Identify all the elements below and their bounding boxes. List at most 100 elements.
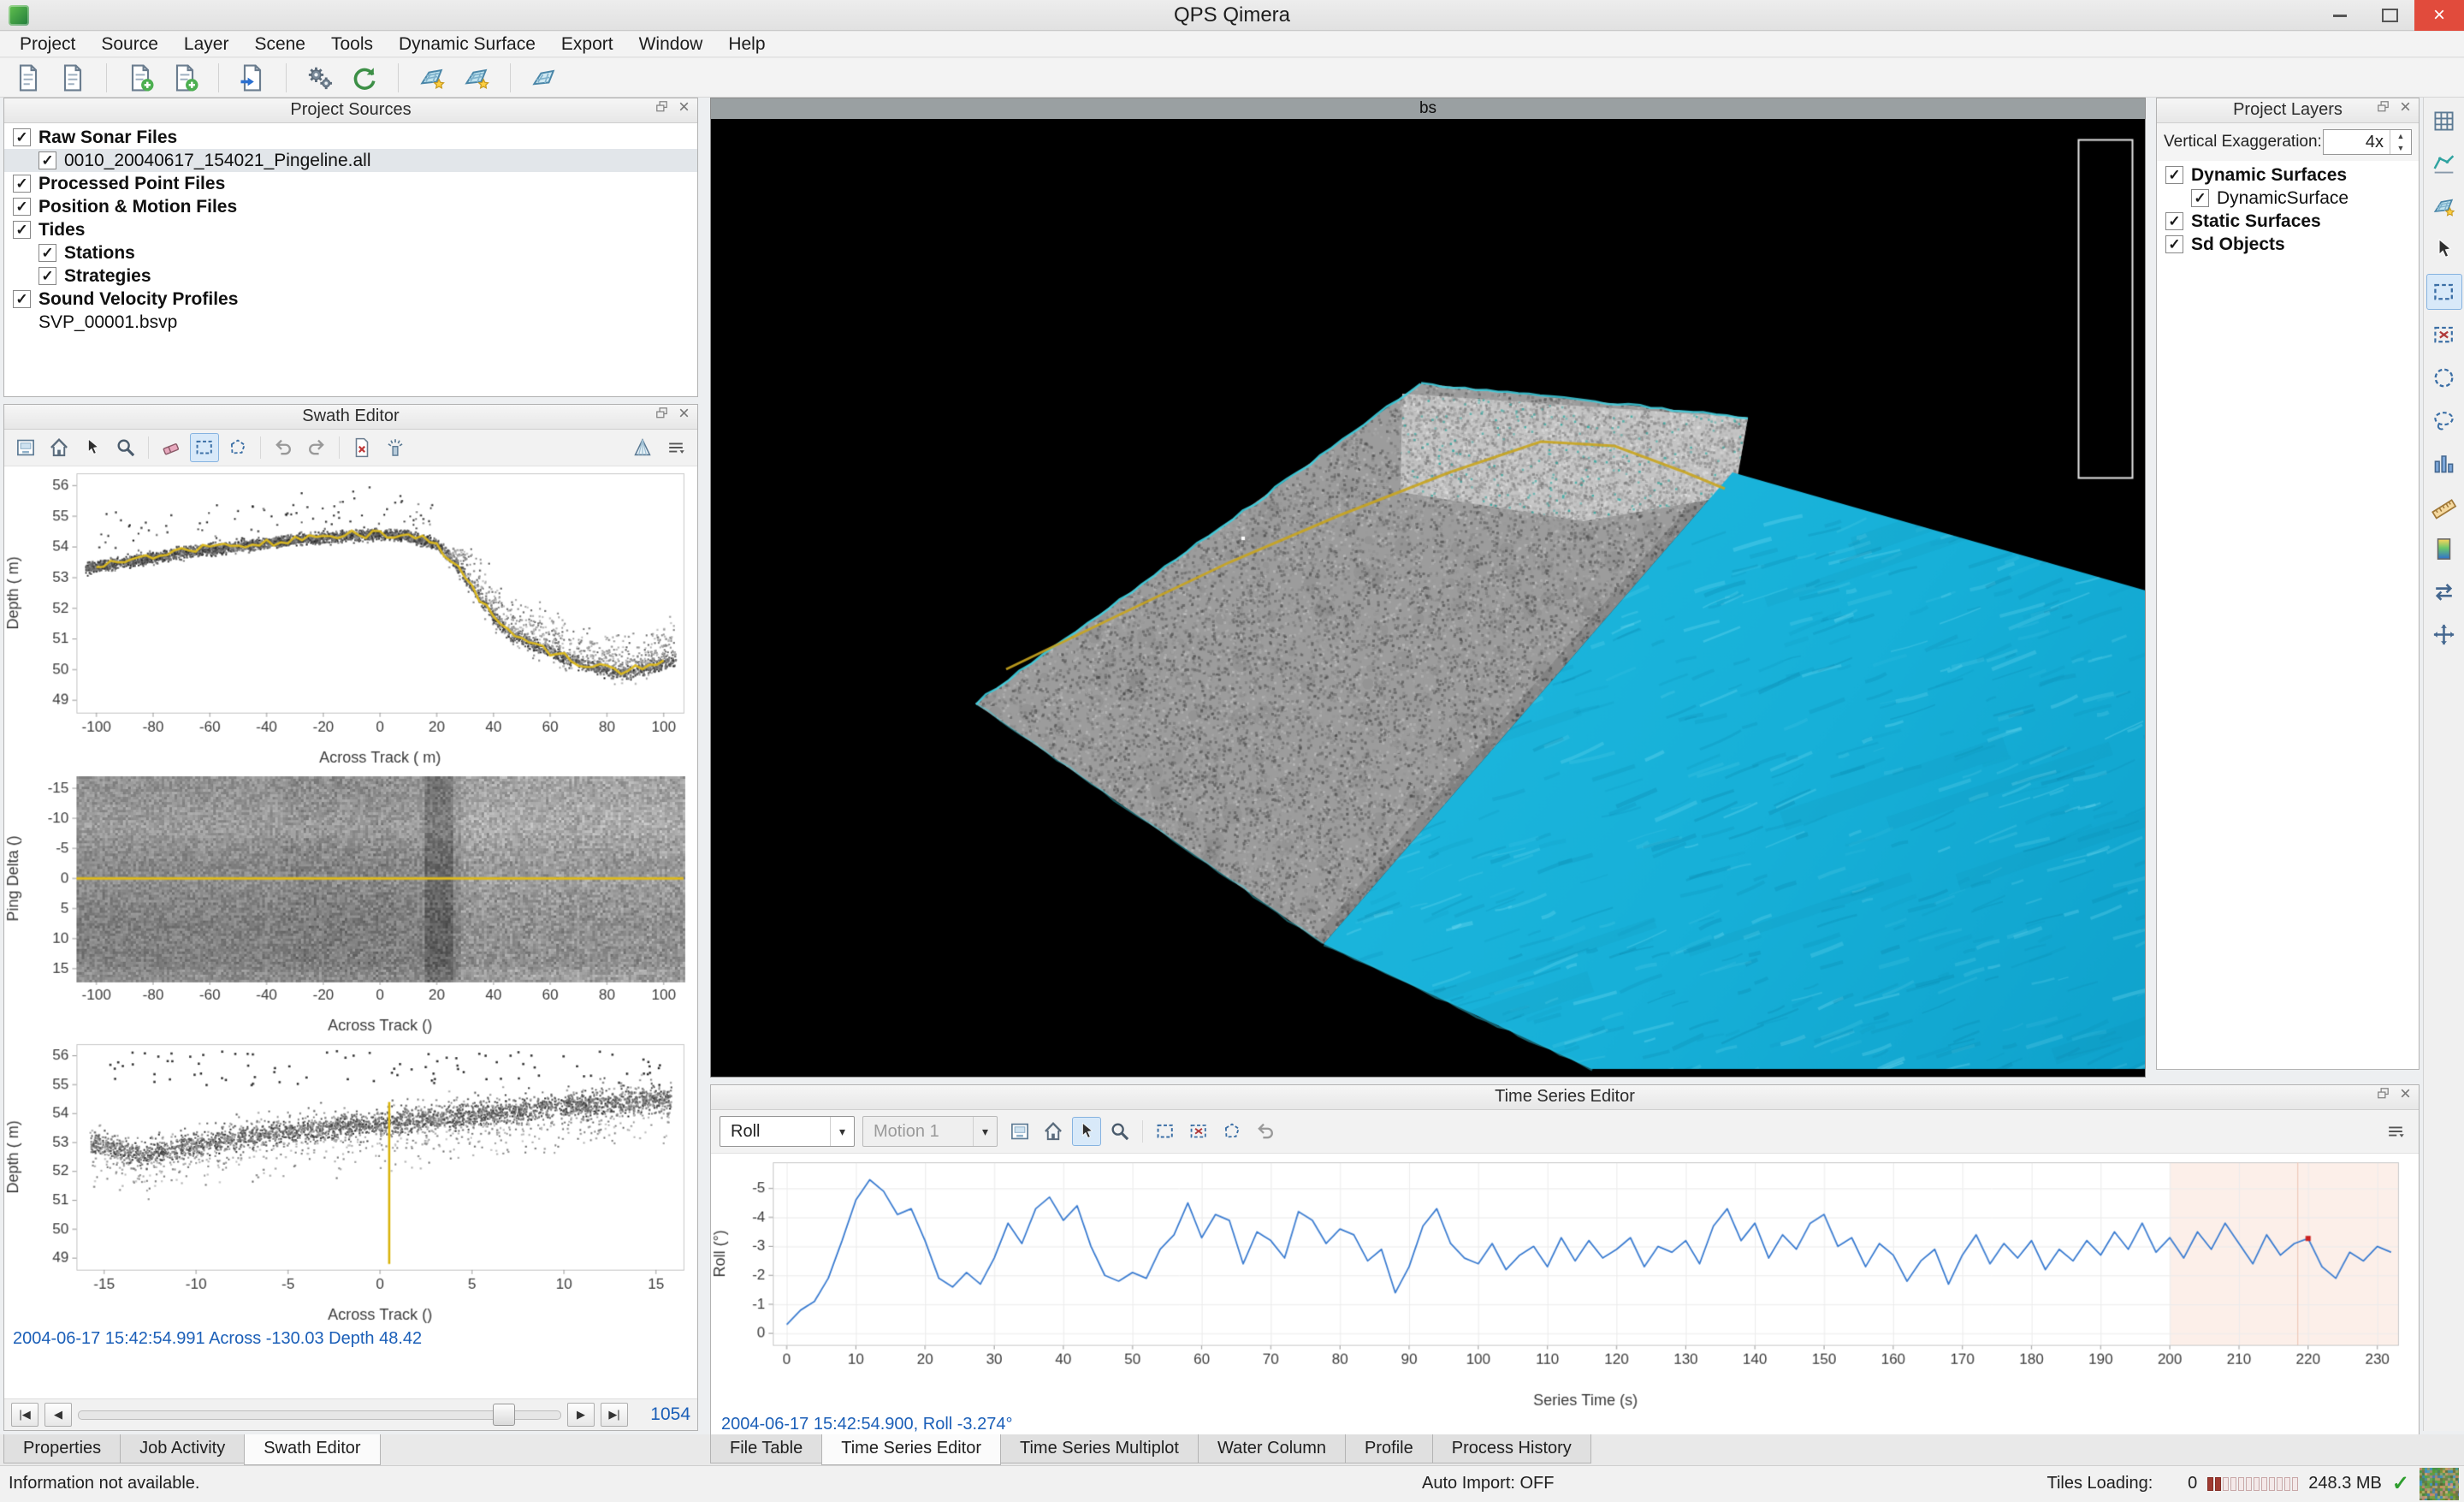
source-item[interactable]: ✓Stations — [4, 241, 697, 264]
menu-window[interactable]: Window — [626, 32, 716, 56]
tab-swath-editor[interactable]: Swath Editor — [244, 1434, 380, 1465]
redo-icon[interactable] — [302, 433, 331, 462]
reject-pings-icon[interactable] — [347, 433, 376, 462]
export-surface-icon[interactable] — [526, 60, 562, 96]
layer-item[interactable]: ✓Static Surfaces — [2157, 210, 2419, 233]
menu-tools[interactable]: Tools — [318, 32, 386, 56]
toolbar-menu-icon[interactable] — [661, 433, 690, 462]
filter-icon[interactable] — [381, 433, 410, 462]
close-icon[interactable] — [2397, 98, 2414, 122]
close-icon[interactable] — [676, 98, 692, 122]
float-panel-button[interactable] — [2374, 101, 2392, 119]
map-thumbnail[interactable] — [2420, 1468, 2459, 1500]
layer-item[interactable]: ✓DynamicSurface — [2157, 187, 2419, 210]
add-raw-sonar-files-icon[interactable] — [122, 60, 158, 96]
source-item[interactable]: ✓Processed Point Files — [4, 172, 697, 195]
eraser-icon[interactable] — [157, 433, 186, 462]
save-project-icon[interactable] — [55, 60, 91, 96]
source-item[interactable]: ✓Sound Velocity Profiles — [4, 288, 697, 311]
close-icon[interactable] — [676, 405, 692, 428]
scene-3d-canvas[interactable] — [711, 119, 2145, 1077]
select-rect-icon[interactable] — [2426, 274, 2462, 310]
select-cross-icon[interactable] — [2426, 317, 2462, 353]
menu-help[interactable]: Help — [715, 32, 778, 56]
select-rect-icon[interactable] — [1151, 1117, 1180, 1146]
prev-ping-icon[interactable]: ◀ — [44, 1403, 72, 1427]
refresh-icon[interactable] — [346, 60, 382, 96]
zoom-icon[interactable] — [1105, 1117, 1134, 1146]
channel-select[interactable]: Roll ▾ — [720, 1116, 855, 1147]
float-panel-button[interactable] — [2374, 1088, 2392, 1106]
swath-backscatter-plot[interactable] — [4, 769, 697, 1038]
checkbox[interactable]: ✓ — [38, 151, 56, 169]
checkbox[interactable]: ✓ — [2191, 189, 2209, 207]
tab-water-column[interactable]: Water Column — [1198, 1434, 1346, 1463]
checkbox[interactable]: ✓ — [13, 175, 31, 193]
tab-process-history[interactable]: Process History — [1432, 1434, 1591, 1463]
maximize-button[interactable] — [2365, 0, 2414, 31]
cursor-icon[interactable] — [2426, 231, 2462, 267]
source-item[interactable]: SVP_00001.bsvp — [4, 311, 697, 334]
float-icon[interactable] — [654, 98, 670, 122]
add-processed-files-icon[interactable] — [167, 60, 203, 96]
create-static-surface-icon[interactable] — [459, 60, 495, 96]
pan-icon[interactable] — [2426, 616, 2462, 652]
tab-profile[interactable]: Profile — [1345, 1434, 1433, 1463]
source-item[interactable]: ✓Position & Motion Files — [4, 195, 697, 218]
tab-job-activity[interactable]: Job Activity — [120, 1434, 245, 1463]
ping-slider[interactable] — [78, 1410, 561, 1420]
colormap-icon[interactable] — [2426, 531, 2462, 567]
float-icon[interactable] — [654, 405, 670, 428]
save-view-icon[interactable] — [1005, 1117, 1034, 1146]
toolbar-menu-icon[interactable] — [2381, 1117, 2410, 1146]
spin-up-icon[interactable]: ▲ — [2390, 130, 2411, 142]
minimize-button[interactable] — [2315, 0, 2365, 31]
import-files-icon[interactable] — [234, 60, 270, 96]
grid-icon[interactable] — [2426, 103, 2462, 139]
tab-file-table[interactable]: File Table — [710, 1434, 822, 1463]
preferences-icon[interactable] — [302, 60, 338, 96]
menu-scene[interactable]: Scene — [241, 32, 318, 56]
source-item[interactable]: ✓0010_20040617_154021_Pingeline.all — [4, 149, 697, 172]
roll-time-series-plot[interactable] — [711, 1154, 2419, 1412]
select-polygon-icon[interactable] — [1217, 1117, 1247, 1146]
source-item[interactable]: ✓Raw Sonar Files — [4, 126, 697, 149]
close-panel-button[interactable] — [2396, 101, 2414, 119]
checkbox[interactable]: ✓ — [2165, 166, 2183, 184]
layer-item[interactable]: ✓Sd Objects — [2157, 233, 2419, 256]
checkbox[interactable]: ✓ — [38, 267, 56, 285]
select-polygon-icon[interactable] — [223, 433, 252, 462]
tab-properties[interactable]: Properties — [3, 1434, 121, 1463]
zoom-icon[interactable] — [111, 433, 140, 462]
ruler-icon[interactable] — [2426, 488, 2462, 524]
first-ping-icon[interactable]: |◀ — [11, 1403, 38, 1427]
select-circle-icon[interactable] — [2426, 359, 2462, 395]
menu-dynamic-surface[interactable]: Dynamic Surface — [386, 32, 548, 56]
float-icon[interactable] — [2375, 98, 2391, 122]
float-panel-button[interactable] — [653, 407, 671, 425]
checkbox[interactable]: ✓ — [13, 290, 31, 308]
save-view-icon[interactable] — [11, 433, 40, 462]
close-panel-button[interactable] — [675, 101, 693, 119]
source-item[interactable]: ✓Strategies — [4, 264, 697, 288]
lasso-icon[interactable] — [2426, 402, 2462, 438]
swap-layers-icon[interactable] — [2426, 573, 2462, 609]
cursor-icon[interactable] — [1072, 1117, 1101, 1146]
tab-time-series-multiplot[interactable]: Time Series Multiplot — [1000, 1434, 1199, 1463]
menu-export[interactable]: Export — [548, 32, 626, 56]
spin-down-icon[interactable]: ▼ — [2390, 142, 2411, 154]
source-item[interactable]: ✓Tides — [4, 218, 697, 241]
checkbox[interactable]: ✓ — [13, 221, 31, 239]
select-cross-icon[interactable] — [1184, 1117, 1213, 1146]
next-ping-icon[interactable]: ▶ — [567, 1403, 595, 1427]
checkbox[interactable]: ✓ — [2165, 235, 2183, 253]
create-dynamic-surface-icon[interactable] — [414, 60, 450, 96]
float-icon[interactable] — [2375, 1085, 2391, 1108]
create-dynamic-surface-icon[interactable] — [2426, 188, 2462, 224]
undo-icon[interactable] — [269, 433, 298, 462]
menu-layer[interactable]: Layer — [171, 32, 242, 56]
last-ping-icon[interactable]: ▶| — [601, 1403, 628, 1427]
close-panel-button[interactable] — [2396, 1088, 2414, 1106]
checkbox[interactable]: ✓ — [2165, 212, 2183, 230]
checkbox[interactable]: ✓ — [38, 244, 56, 262]
